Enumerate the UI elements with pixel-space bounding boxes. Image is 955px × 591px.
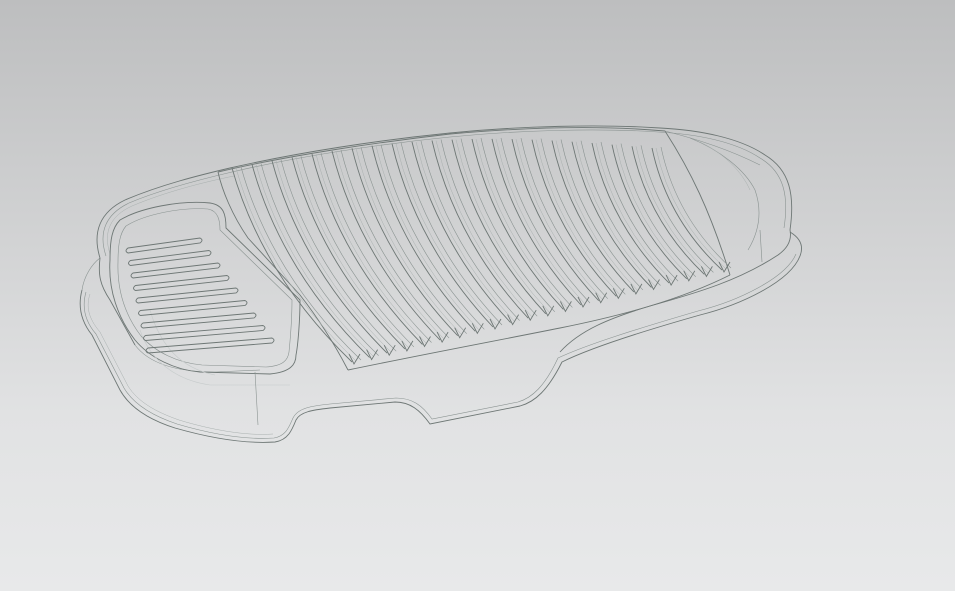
rib-crest [571,141,652,288]
drain-slot [145,337,275,354]
rib-flank [440,139,538,317]
rib-valley [535,139,621,296]
rib-flank [400,142,503,326]
rib-crest [471,138,564,310]
rib-crest [411,141,511,323]
rib-valley [395,143,498,327]
drain-slot [138,300,248,316]
rib-valley [255,164,374,357]
drain-slot [133,275,230,291]
tray-wireframe-model[interactable] [0,0,955,591]
rib-crest [251,164,370,358]
rib-flank [300,156,415,348]
ridged-scrub-surface [231,137,732,365]
rib-crest [531,139,617,297]
cad-viewport[interactable] [0,0,955,591]
soap-well [109,201,301,386]
rib-flank [320,153,432,343]
drain-slots [125,237,275,354]
drain-slot [128,250,212,266]
rib-flank [260,163,379,356]
rib-flank [420,140,520,321]
rib-crest [311,153,423,345]
drain-slot [140,312,257,329]
rib-valley [475,138,568,309]
rib-flank [600,141,679,282]
rib-valley [435,140,533,318]
tray-end-cap [254,137,763,426]
drain-slot [130,262,221,279]
rib-valley [635,146,709,274]
drain-slot [125,237,203,254]
rib-panel [217,127,761,371]
rib-crest [491,138,582,306]
rib-crest [231,167,353,363]
rib-crest [271,160,388,354]
rib-crest [591,142,670,284]
rib-crest [371,145,476,332]
rib-flank [280,159,397,352]
rib-crest [431,140,529,319]
drain-slot [135,287,239,304]
rib-valley [655,147,727,270]
rib-flank [640,145,714,273]
rib-crest [631,146,705,275]
rib-valley [515,139,603,300]
rib-notch [700,266,713,278]
